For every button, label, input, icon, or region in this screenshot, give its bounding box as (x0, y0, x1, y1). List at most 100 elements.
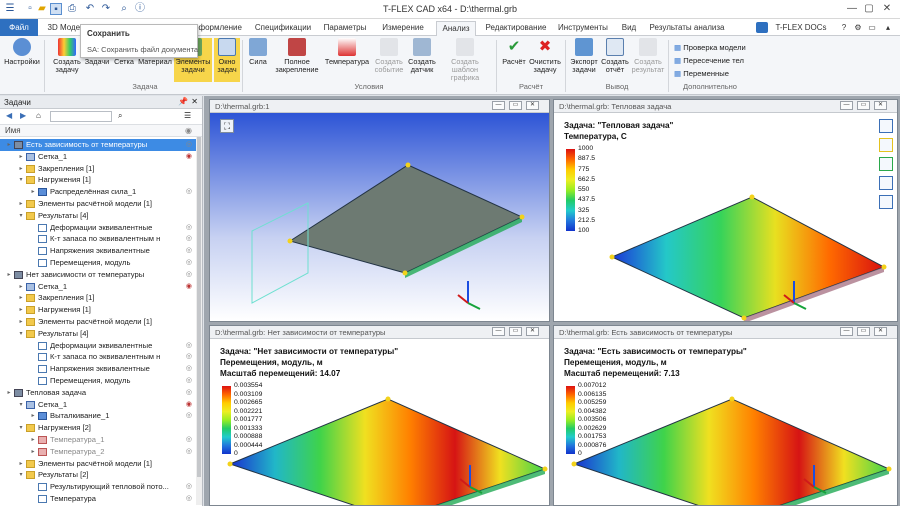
tree-row[interactable]: ▸ Элементы расчётной модели [1] (0, 198, 197, 210)
tree-row[interactable]: Напряжения эквивалентные ◎ (0, 363, 197, 375)
tree-row[interactable]: ▾ Нагружения [2] (0, 422, 197, 434)
tree-row[interactable]: К-т запаса по эквивалентным н ◎ (0, 233, 197, 245)
settings-button[interactable]: Настройки (4, 38, 40, 66)
viewport-no-temp-dependency[interactable]: D:\thermal.grb: Нет зависимости от темпе… (209, 325, 550, 506)
panel-close-icon[interactable]: ✕ (191, 97, 198, 106)
tree-row[interactable]: ▸ Нагружения [1] (0, 304, 197, 316)
close-view-button[interactable]: ✕ (874, 327, 887, 336)
tree-row[interactable]: ▸ Распределённая сила_1 ◎ (0, 186, 197, 198)
list-options-icon[interactable]: ☰ (184, 111, 191, 120)
expand-chevron-icon[interactable]: ▸ (6, 269, 12, 281)
camera-icon[interactable] (879, 176, 893, 190)
expand-chevron-icon[interactable]: ▸ (18, 458, 24, 470)
collapse-ribbon-icon[interactable]: ▴ (882, 21, 894, 35)
expand-chevron-icon[interactable]: ▸ (30, 446, 36, 458)
tree-row[interactable]: Деформации эквивалентные ◎ (0, 222, 197, 234)
zoom-icon[interactable] (879, 119, 893, 133)
tree-row[interactable]: ▸ Закрепления [1] (0, 292, 197, 304)
expand-chevron-icon[interactable]: ▸ (30, 410, 36, 422)
measure-icon[interactable] (879, 195, 893, 209)
tab-editing[interactable]: Редактирование (482, 21, 550, 35)
visibility-eye-icon[interactable]: ◎ (186, 186, 192, 198)
visibility-eye-icon[interactable]: ◎ (186, 233, 192, 245)
expand-chevron-icon[interactable]: ▾ (18, 469, 24, 481)
tab-parameters[interactable]: Параметры (322, 21, 368, 35)
calculate-button[interactable]: ✔ Расчёт (500, 38, 528, 66)
expand-chevron-icon[interactable]: ▾ (18, 174, 24, 186)
expand-chevron-icon[interactable]: ▸ (30, 186, 36, 198)
create-report-button[interactable]: Создать отчёт (600, 38, 630, 74)
body-intersection-button[interactable]: ▦ Пересечение тел (674, 54, 746, 67)
expand-chevron-icon[interactable]: ▸ (18, 198, 24, 210)
visibility-eye-icon[interactable]: ◎ (186, 434, 192, 446)
tree-row[interactable]: ▾ Результаты [2] (0, 469, 197, 481)
tree-row[interactable]: Перемещения, модуль ◎ (0, 257, 197, 269)
expand-chevron-icon[interactable]: ▾ (18, 399, 24, 411)
create-event-button[interactable]: Создать событие (372, 38, 406, 74)
maximize-button[interactable]: ▢ (862, 2, 876, 16)
expand-chevron-icon[interactable]: ▸ (6, 387, 12, 399)
viewport-canvas[interactable]: Задача: "Нет зависимости от температуры"… (210, 339, 549, 505)
scrollbar-thumb[interactable] (197, 137, 201, 477)
window-options-icon[interactable]: ▭ (866, 21, 878, 35)
tab-tools[interactable]: Инструменты (554, 21, 612, 35)
tree-task-row[interactable]: ▸ Нет зависимости от температуры ◎ (0, 269, 197, 281)
full-fixation-button[interactable]: Полное закрепление (272, 38, 322, 74)
minimize-button[interactable]: — (845, 2, 859, 16)
viewport-3d-model[interactable]: D:\thermal.grb:1 — ▭ ✕ ⛶ (209, 99, 550, 322)
tab-measurement[interactable]: Измерение (378, 21, 428, 35)
viewport-thermal[interactable]: D:\thermal.grb: Тепловая задача — ▭ ✕ Задача… (553, 99, 898, 322)
tree-row[interactable]: Результирующий тепловой пото... ◎ (0, 481, 197, 493)
create-chart-template-button[interactable]: Создать шаблон графика (438, 38, 492, 82)
visibility-eye-icon[interactable]: ◎ (186, 222, 192, 234)
close-button[interactable]: ✕ (880, 2, 894, 16)
close-view-button[interactable]: ✕ (874, 101, 887, 110)
expand-chevron-icon[interactable]: ▸ (18, 304, 24, 316)
tree-row[interactable]: Перемещения, модуль ◎ (0, 375, 197, 387)
tree-task-row[interactable]: ▸ Тепловая задача ◎ (0, 387, 197, 399)
task-window-button[interactable]: Окно задач (214, 38, 240, 82)
visibility-eye-icon[interactable]: ◎ (186, 340, 192, 352)
viewport-canvas[interactable]: Задача: "Тепловая задача" Температура, С 1… (554, 113, 897, 321)
visibility-eye-icon[interactable]: ◎ (186, 139, 192, 151)
visibility-eye-icon[interactable]: ◎ (186, 351, 192, 363)
name-column-header[interactable]: Имя ◉ (0, 125, 202, 137)
force-button[interactable]: Сила (246, 38, 270, 66)
restore-view-button[interactable]: ▭ (509, 101, 522, 110)
minimize-view-button[interactable]: — (840, 327, 853, 336)
expand-chevron-icon[interactable]: ▾ (18, 422, 24, 434)
export-task-button[interactable]: Экспорт задачи (569, 38, 599, 74)
pin-icon[interactable]: 📌 (178, 97, 188, 106)
visibility-eye-icon[interactable]: ◎ (186, 363, 192, 375)
tree-row[interactable]: ▸ Температура_1 ◎ (0, 434, 197, 446)
minimize-view-button[interactable]: — (840, 101, 853, 110)
tree-row[interactable]: Температура ◎ (0, 493, 197, 505)
tree-row[interactable]: ▸ Закрепления [1] (0, 163, 197, 175)
tree-row[interactable]: ▸ Сетка_1 ◉ (0, 151, 197, 163)
viewport-canvas[interactable]: Задача: "Есть зависимость от температуры… (554, 339, 897, 505)
expand-chevron-icon[interactable]: ▸ (30, 434, 36, 446)
visibility-eye-icon[interactable]: ◉ (186, 399, 192, 411)
visibility-eye-icon[interactable]: ◎ (186, 375, 192, 387)
tree-row[interactable]: ▾ Результаты [4] (0, 210, 197, 222)
tree-row[interactable]: Деформации эквивалентные ◎ (0, 340, 197, 352)
visibility-eye-icon[interactable]: ◎ (186, 481, 192, 493)
tab-file[interactable]: Файл (0, 19, 38, 36)
restore-view-button[interactable]: ▭ (509, 327, 522, 336)
variables-button[interactable]: ▦ Переменные (674, 67, 746, 80)
tab-analysis[interactable]: Анализ (436, 21, 476, 37)
visibility-eye-icon[interactable]: ◉ (186, 151, 192, 163)
expand-chevron-icon[interactable]: ▸ (18, 151, 24, 163)
tree-row[interactable]: ▾ Нагружения [1] (0, 174, 197, 186)
gear-icon[interactable]: ⚙ (852, 21, 864, 35)
tab-analysis-results[interactable]: Результаты анализа (648, 21, 726, 35)
visibility-eye-icon[interactable]: ◉ (186, 281, 192, 293)
tree-row[interactable]: Напряжения эквивалентные ◎ (0, 245, 197, 257)
visibility-eye-icon[interactable]: ◎ (186, 410, 192, 422)
expand-chevron-icon[interactable]: ▸ (18, 292, 24, 304)
clear-task-button[interactable]: ✖ Очистить задачу (528, 38, 562, 74)
tree-row[interactable]: ▸ Элементы расчётной модели [1] (0, 316, 197, 328)
forward-icon[interactable]: ▶ (20, 111, 26, 120)
minimize-view-button[interactable]: — (492, 327, 505, 336)
restore-view-button[interactable]: ▭ (857, 101, 870, 110)
